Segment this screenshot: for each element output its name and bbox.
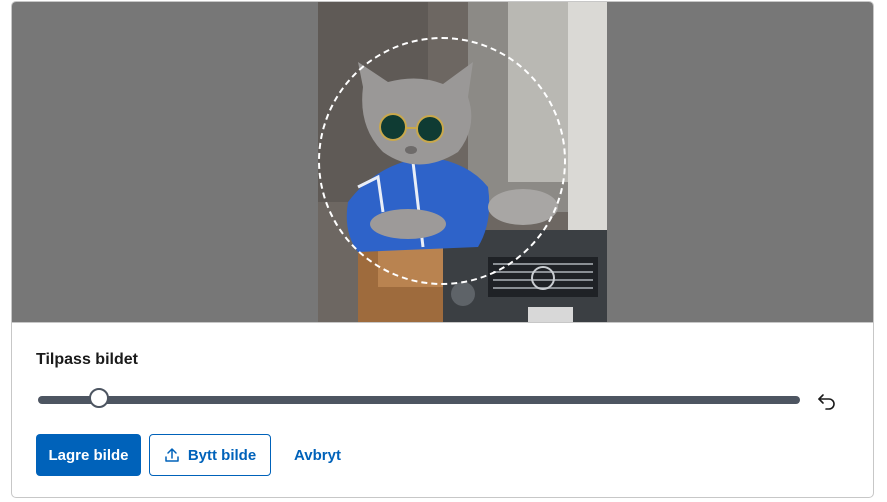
editor-title: Tilpass bildet bbox=[36, 351, 138, 368]
crop-circle[interactable] bbox=[318, 37, 566, 285]
cancel-button[interactable]: Avbryt bbox=[286, 434, 349, 476]
upload-icon bbox=[165, 448, 179, 462]
undo-icon[interactable] bbox=[816, 389, 838, 411]
change-image-button[interactable]: Bytt bilde bbox=[149, 434, 271, 476]
save-button[interactable]: Lagre bilde bbox=[36, 434, 141, 476]
zoom-slider[interactable] bbox=[38, 388, 800, 408]
change-image-label: Bytt bilde bbox=[187, 446, 257, 464]
zoom-slider-thumb[interactable] bbox=[88, 388, 109, 408]
image-crop-dialog: Tilpass bildet Lagre bilde Bytt bilde Av… bbox=[11, 1, 874, 498]
crop-controls: Tilpass bildet Lagre bilde Bytt bilde Av… bbox=[12, 322, 873, 497]
crop-stage[interactable] bbox=[12, 2, 873, 322]
